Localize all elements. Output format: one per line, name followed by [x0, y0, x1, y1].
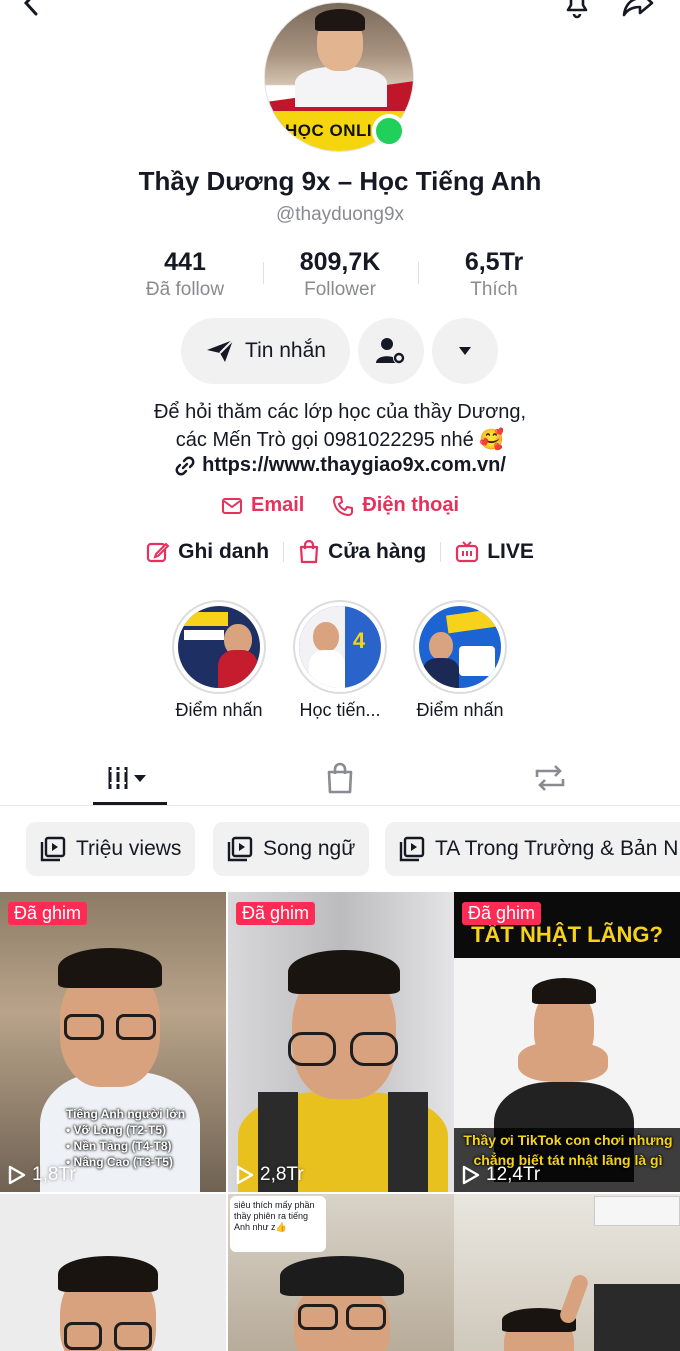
- stat-following[interactable]: 441 Đã follow: [105, 248, 265, 301]
- contact-links: Email Điện thoại: [0, 494, 680, 517]
- back-arrow-icon[interactable]: [18, 0, 48, 18]
- active-tab-indicator: [93, 802, 167, 805]
- add-friend-settings-button[interactable]: [358, 318, 424, 384]
- send-icon: [207, 339, 234, 362]
- video-title: TẤT NHẬT LÃNG?: [471, 922, 663, 947]
- pinned-badge: Đã ghim: [236, 902, 316, 925]
- highlight-item[interactable]: Điểm nhấn: [400, 600, 520, 721]
- profile-stats: 441 Đã follow 809,7K Follower 6,5Tr Thíc…: [0, 248, 680, 304]
- video-thumbnail[interactable]: siêu thích mấy phần thầy phiên ra tiếng …: [228, 1194, 454, 1351]
- view-count: 1,8Tr: [8, 1164, 76, 1186]
- story-highlights: Điểm nhấn 4 Học tiến... Điểm nhấn: [0, 600, 680, 730]
- online-status-dot: [372, 114, 406, 148]
- video-thumbnail[interactable]: [454, 1194, 680, 1351]
- play-icon: [236, 1165, 254, 1185]
- user-settings-icon: [376, 338, 405, 364]
- avatar-text: HỌC ONLI: [285, 121, 373, 140]
- playlist-chip[interactable]: TA Trong Trường & Bản N: [385, 822, 680, 876]
- edit-icon: [147, 542, 170, 563]
- caret-down-icon: [459, 347, 471, 355]
- tab-reposts[interactable]: [520, 750, 580, 806]
- repost-icon: [535, 765, 565, 791]
- message-button[interactable]: Tin nhắn: [181, 318, 350, 384]
- profile-shortcuts: Ghi danh Cửa hàng LIVE: [0, 540, 680, 564]
- profile-bio: Để hỏi thăm các lớp học của thầy Dương, …: [153, 401, 527, 451]
- playlist-icon: [227, 836, 253, 862]
- bio-link[interactable]: https://www.thaygiao9x.com.vn/: [0, 454, 680, 477]
- tab-videos[interactable]: [93, 750, 167, 806]
- stat-followers[interactable]: 809,7K Follower: [260, 248, 420, 301]
- play-icon: [462, 1165, 480, 1185]
- avatar[interactable]: HỌC ONLI: [264, 2, 414, 152]
- playlist-chip[interactable]: Triệu views: [26, 822, 196, 876]
- video-comment-sticker: siêu thích mấy phần thầy phiên ra tiếng …: [234, 1200, 315, 1232]
- email-link[interactable]: Email: [221, 494, 304, 517]
- link-icon: [175, 456, 195, 475]
- highlight-thumbnail: 4: [299, 606, 381, 688]
- more-options-button[interactable]: [432, 318, 498, 384]
- playlist-chips: Triệu views Song ngữ TA Trong Trường & B…: [0, 822, 680, 878]
- view-count: 2,8Tr: [236, 1164, 304, 1186]
- bell-icon[interactable]: [560, 0, 594, 20]
- highlight-thumbnail: [178, 606, 260, 688]
- grid-videos-icon: [108, 767, 146, 789]
- share-icon[interactable]: [620, 0, 656, 20]
- phone-link[interactable]: Điện thoại: [332, 494, 459, 517]
- video-thumbnail[interactable]: [0, 1194, 226, 1351]
- playlist-chip[interactable]: Song ngữ: [213, 822, 370, 876]
- video-grid: Tiếng Anh người lớn • Vỡ Lòng (T2-T5) • …: [0, 892, 680, 1351]
- highlight-item[interactable]: 4 Học tiến...: [280, 600, 400, 721]
- video-thumbnail[interactable]: Tiếng Anh người lớn • Vỡ Lòng (T2-T5) • …: [0, 892, 226, 1192]
- live-link[interactable]: LIVE: [441, 540, 548, 564]
- playlist-icon: [399, 836, 425, 862]
- profile-action-buttons: Tin nhắn: [0, 318, 680, 384]
- content-tabs: [0, 750, 680, 806]
- shop-link[interactable]: Cửa hàng: [284, 540, 440, 564]
- play-icon: [8, 1165, 26, 1185]
- shopping-bag-icon: [327, 762, 353, 794]
- pinned-badge: Đã ghim: [8, 902, 88, 925]
- phone-icon: [333, 495, 354, 516]
- profile-name: Thầy Dương 9x – Học Tiếng Anh: [138, 166, 542, 196]
- tab-shop[interactable]: [310, 750, 370, 806]
- profile-handle: @thayduong9x: [275, 204, 405, 225]
- video-thumbnail[interactable]: TẤT NHẬT LÃNG? Thầy ơi TikTok con chơi n…: [454, 892, 680, 1192]
- pinned-badge: Đã ghim: [462, 902, 542, 925]
- playlist-icon: [40, 836, 66, 862]
- shopping-bag-icon: [300, 540, 319, 564]
- view-count: 12,4Tr: [462, 1164, 540, 1186]
- highlight-item[interactable]: Điểm nhấn: [159, 600, 279, 721]
- video-caption: Tiếng Anh người lớn • Vỡ Lòng (T2-T5) • …: [66, 1107, 186, 1169]
- email-icon: [221, 497, 242, 514]
- stat-likes[interactable]: 6,5Tr Thích: [414, 248, 574, 301]
- video-thumbnail[interactable]: Đã ghim 2,8Tr: [228, 892, 454, 1192]
- highlight-thumbnail: [419, 606, 501, 688]
- register-link[interactable]: Ghi danh: [132, 540, 283, 564]
- live-tv-icon: [456, 541, 479, 563]
